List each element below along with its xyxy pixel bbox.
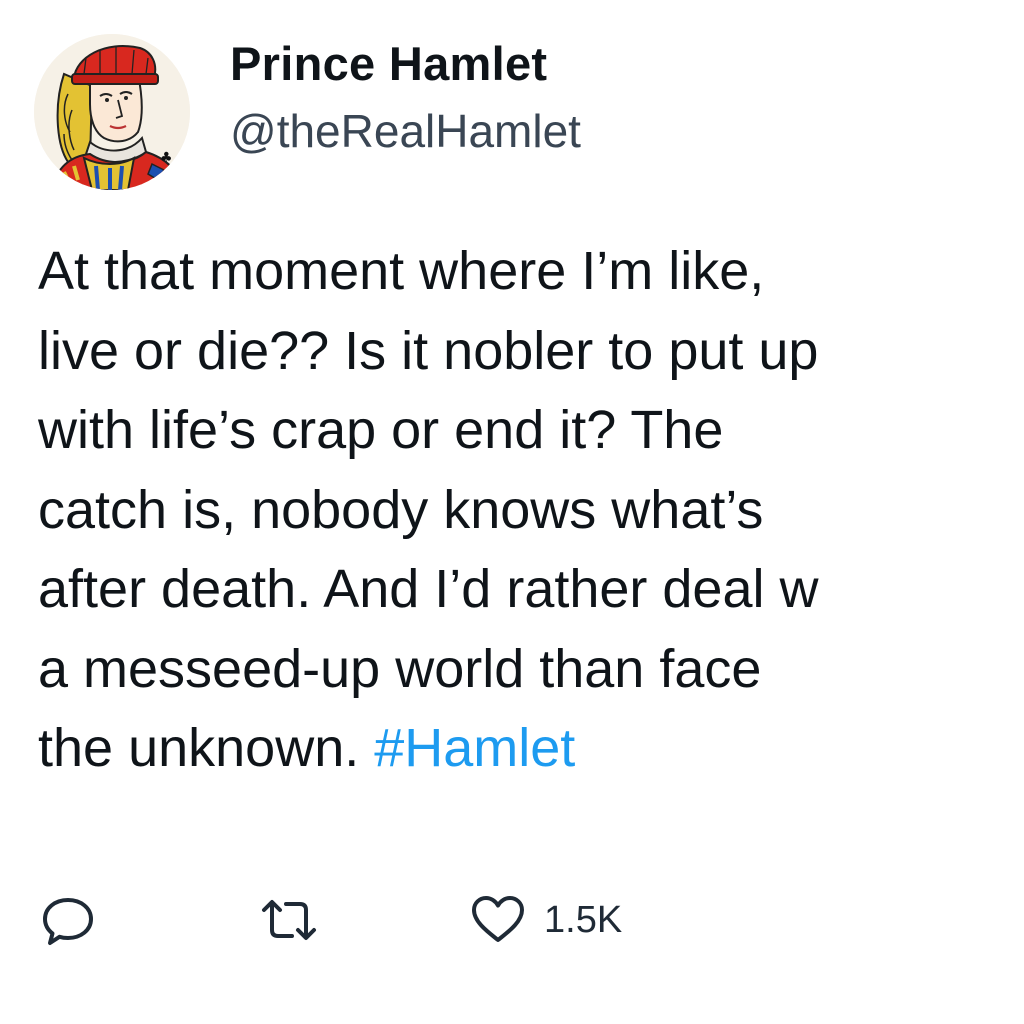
like-button[interactable]: 1.5K xyxy=(468,880,622,960)
reply-icon xyxy=(43,898,93,945)
like-count: 1.5K xyxy=(544,898,623,941)
tweet-text: At that moment where I’m like, live or d… xyxy=(38,232,998,789)
tweet-card: ♣ ♣ Prince Hamlet @theRealHamlet At that… xyxy=(0,0,1024,1024)
tweet-text-line: catch is, nobody knows what’s xyxy=(38,479,764,540)
tweet-text-line: the unknown. xyxy=(38,718,375,778)
heart-icon xyxy=(472,896,524,942)
svg-text:♣: ♣ xyxy=(164,173,175,187)
retweet-icon xyxy=(262,900,316,940)
jack-playing-card-portrait-icon: ♣ ♣ xyxy=(34,34,190,190)
reply-button[interactable] xyxy=(40,880,96,960)
tweet-text-line: after death. And I’d rather deal w xyxy=(38,559,819,619)
tweet-text-line: At that moment where I’m like, xyxy=(38,241,765,301)
tweet-text-line: with life’s crap or end it? The xyxy=(38,400,724,460)
user-handle[interactable]: @theRealHamlet xyxy=(230,104,581,158)
retweet-button[interactable] xyxy=(254,880,324,960)
tweet-text-line-last: the unknown. #Hamlet xyxy=(38,709,998,789)
avatar[interactable]: ♣ ♣ xyxy=(34,34,190,190)
tweet-text-line: live or die?? Is it nobler to put up xyxy=(38,320,819,381)
svg-text:♣: ♣ xyxy=(160,150,173,166)
hashtag-link[interactable]: #Hamlet xyxy=(374,718,575,778)
display-name[interactable]: Prince Hamlet xyxy=(230,36,547,91)
action-bar: 1.5K xyxy=(0,880,1024,970)
tweet-text-line: a messeed-up world than face xyxy=(38,638,762,699)
